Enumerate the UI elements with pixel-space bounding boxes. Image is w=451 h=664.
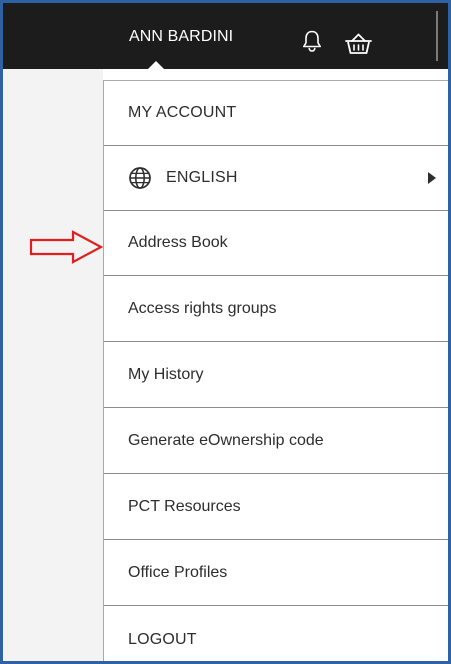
menu-item-label: MY ACCOUNT (128, 104, 237, 121)
menu-item-office-profiles[interactable]: Office Profiles (104, 541, 448, 606)
globe-icon (129, 167, 151, 189)
menu-item-label: Generate eOwnership code (128, 432, 324, 449)
user-menu-button[interactable]: ANN BARDINI (129, 22, 233, 52)
bell-icon[interactable] (301, 29, 323, 53)
menu-item-label: My History (128, 366, 204, 383)
menu-item-logout[interactable]: LOGOUT (104, 607, 448, 661)
basket-icon[interactable] (343, 32, 374, 56)
menu-item-label: Access rights groups (128, 300, 277, 317)
menu-item-generate-eownership-code[interactable]: Generate eOwnership code (104, 409, 448, 474)
red-arrow-icon (29, 230, 104, 264)
chevron-right-icon (428, 172, 436, 184)
menu-item-label: Office Profiles (128, 564, 228, 581)
menu-item-my-account[interactable]: MY ACCOUNT (104, 81, 448, 146)
menu-item-label: Address Book (128, 234, 228, 251)
menu-item-label: PCT Resources (128, 498, 241, 515)
header-divider (436, 11, 438, 61)
dropdown-pointer (148, 61, 164, 69)
menu-item-my-history[interactable]: My History (104, 343, 448, 408)
menu-item-label: ENGLISH (166, 169, 238, 186)
menu-item-pct-resources[interactable]: PCT Resources (104, 475, 448, 540)
menu-item-access-rights-groups[interactable]: Access rights groups (104, 277, 448, 342)
menu-item-address-book[interactable]: Address Book (104, 211, 448, 276)
screenshot-frame: ANN BARDINI MY ACCOUNT ENGLISH Address B… (0, 0, 451, 664)
top-navigation-bar: ANN BARDINI (3, 3, 448, 69)
user-dropdown-menu: MY ACCOUNT ENGLISH Address Book Access r… (103, 80, 448, 661)
page-background (3, 69, 103, 661)
menu-item-label: LOGOUT (128, 630, 197, 648)
menu-item-language[interactable]: ENGLISH (104, 146, 448, 211)
